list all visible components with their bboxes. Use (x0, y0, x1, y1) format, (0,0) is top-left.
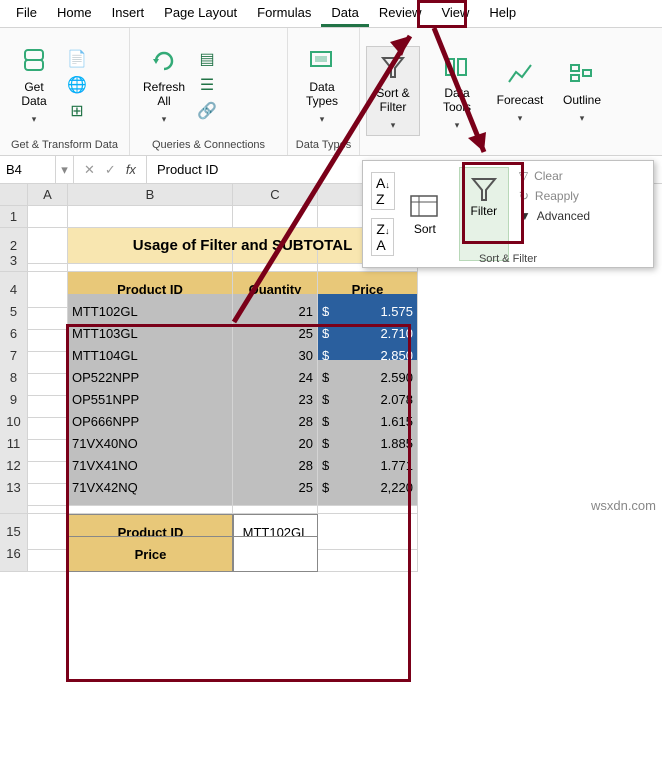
name-box-dropdown[interactable]: ▾ (56, 156, 74, 183)
cancel-icon: ✕ (84, 162, 95, 178)
funnel-icon (376, 50, 410, 84)
lookup-value[interactable] (233, 536, 318, 572)
group-label: Queries & Connections (136, 137, 281, 155)
menu-review[interactable]: Review (369, 0, 432, 27)
from-text-icon[interactable]: 📄 (66, 48, 88, 70)
enter-icon: ✓ (105, 162, 116, 178)
filter-button[interactable]: Filter (459, 167, 509, 261)
fx-icon[interactable]: fx (126, 162, 136, 177)
refresh-all-button[interactable]: Refresh All (136, 40, 192, 130)
cell[interactable] (28, 250, 68, 272)
cell[interactable] (318, 492, 418, 514)
row-header[interactable] (0, 492, 28, 514)
watermark: wsxdn.com (591, 498, 656, 513)
select-all[interactable] (0, 184, 28, 206)
chevron-down-icon (391, 117, 396, 131)
row-header[interactable]: 3 (0, 250, 28, 272)
col-header[interactable]: A (28, 184, 68, 206)
menu-formulas[interactable]: Formulas (247, 0, 321, 27)
cell[interactable] (68, 206, 233, 228)
clear-icon: ▽ (519, 169, 528, 183)
advanced-icon: ▼ (519, 209, 531, 223)
clear-button: ▽Clear (519, 169, 647, 183)
sort-asc-icon[interactable]: A↓Z (371, 172, 395, 210)
data-types-icon (305, 44, 339, 78)
cell[interactable] (68, 492, 233, 514)
chevron-down-icon (580, 110, 585, 124)
properties-icon[interactable]: ☰ (196, 74, 218, 96)
sort-icon (409, 192, 441, 222)
data-types-button[interactable]: Data Types (294, 40, 350, 130)
chevron-down-icon (518, 110, 523, 124)
cell[interactable] (233, 206, 318, 228)
cell[interactable] (318, 536, 418, 572)
data-tools-button[interactable]: Data Tools (432, 46, 482, 136)
group-label: Data Types (294, 137, 353, 155)
links-icon[interactable]: 🔗 (196, 100, 218, 122)
col-header[interactable]: C (233, 184, 318, 206)
cell[interactable] (28, 492, 68, 514)
sort-filter-button[interactable]: Sort & Filter (366, 46, 420, 136)
cell[interactable] (233, 250, 318, 272)
get-data-icon (17, 44, 51, 78)
reapply-button: ↻Reapply (519, 189, 647, 203)
reapply-icon: ↻ (519, 189, 529, 203)
outline-button[interactable]: Outline (558, 46, 606, 136)
dropdown-footer: Sort & Filter (363, 253, 653, 265)
refresh-icon (147, 44, 181, 78)
outline-icon (565, 57, 599, 91)
chevron-down-icon (320, 111, 325, 125)
sort-filter-dropdown: A↓Z Z↓A Sort Filter ▽Clear ↻Reapply ▼Adv… (362, 160, 654, 268)
forecast-icon (503, 57, 537, 91)
chevron-down-icon (162, 111, 167, 125)
cell[interactable] (233, 492, 318, 514)
chevron-down-icon (455, 117, 460, 131)
sort-desc-icon[interactable]: Z↓A (371, 218, 394, 256)
menu-home[interactable]: Home (47, 0, 102, 27)
get-data-button[interactable]: Get Data (6, 40, 62, 130)
ribbon: Get Data 📄 🌐 ⊞ Get & Transform Data Refr… (0, 28, 662, 156)
cell[interactable] (68, 250, 233, 272)
row-header[interactable]: 16 (0, 536, 28, 572)
lookup-label: Price (68, 536, 233, 572)
name-box[interactable]: B4 (0, 156, 56, 183)
row-header[interactable]: 1 (0, 206, 28, 228)
menu-bar: File Home Insert Page Layout Formulas Da… (0, 0, 662, 28)
menu-pagelayout[interactable]: Page Layout (154, 0, 247, 27)
funnel-icon (469, 174, 499, 204)
menu-insert[interactable]: Insert (102, 0, 155, 27)
forecast-button[interactable]: Forecast (494, 46, 546, 136)
sort-button[interactable]: Sort (403, 192, 447, 236)
get-data-small-buttons[interactable]: 📄 🌐 ⊞ (66, 48, 88, 122)
advanced-button[interactable]: ▼Advanced (519, 209, 647, 223)
menu-help[interactable]: Help (479, 0, 526, 27)
menu-view[interactable]: View (431, 0, 479, 27)
col-header[interactable]: B (68, 184, 233, 206)
queries-small-buttons[interactable]: ▤ ☰ 🔗 (196, 48, 218, 122)
from-web-icon[interactable]: 🌐 (66, 74, 88, 96)
chevron-down-icon (32, 111, 37, 125)
data-tools-icon (440, 50, 474, 84)
queries-icon[interactable]: ▤ (196, 48, 218, 70)
group-label: Get & Transform Data (6, 137, 123, 155)
cell[interactable] (28, 206, 68, 228)
menu-file[interactable]: File (6, 0, 47, 27)
from-table-icon[interactable]: ⊞ (66, 100, 88, 122)
cell[interactable] (28, 536, 68, 572)
menu-data[interactable]: Data (321, 0, 368, 27)
